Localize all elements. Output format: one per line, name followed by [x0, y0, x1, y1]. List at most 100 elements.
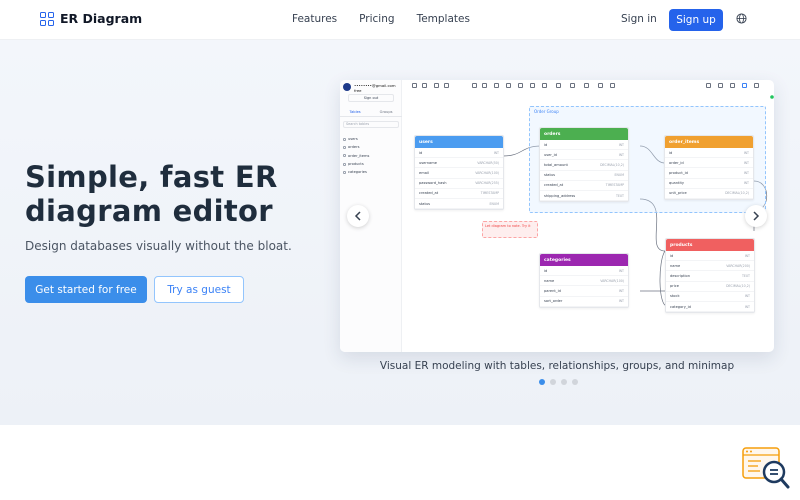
table-row: shipping_address TEXT	[540, 191, 628, 202]
hero-headline: Simple, fast ER diagram editor	[25, 160, 278, 228]
table-icon	[343, 170, 346, 174]
tool-icon[interactable]	[742, 83, 747, 88]
table-header: orders	[540, 128, 628, 140]
logo-icon	[40, 11, 54, 26]
table-row: status ENUM	[540, 171, 628, 181]
table-header: order_items	[665, 136, 753, 148]
table-row: id INT	[666, 251, 754, 262]
chevron-left-icon	[354, 211, 361, 221]
signin-link[interactable]: Sign in	[621, 13, 657, 25]
table-row: id INT	[415, 148, 503, 159]
preview-user: ••••••••@gmail.com free	[343, 83, 396, 93]
globe-icon[interactable]	[736, 13, 747, 24]
diagram-canvas[interactable]: Order Group users id INT username VARCHAR(…	[403, 91, 774, 352]
preview-search-input[interactable]: Search tables	[343, 121, 399, 128]
tool-icon[interactable]	[530, 83, 535, 88]
tool-icon[interactable]	[518, 83, 523, 88]
nav-link-features[interactable]: Features	[292, 13, 337, 25]
tab-tables[interactable]: Tables	[350, 110, 361, 114]
app-preview: ••••••••@gmail.com free Sign out Tables …	[340, 80, 774, 352]
tool-icon[interactable]	[610, 83, 615, 88]
table-row: product_id INT	[665, 168, 753, 179]
preview-plan: free	[354, 88, 362, 93]
carousel-dot[interactable]	[550, 379, 556, 385]
sidebar-item-products[interactable]: products	[343, 160, 399, 168]
hero-subline: Design databases visually without the bl…	[25, 239, 292, 253]
table-row: stock INT	[666, 292, 754, 302]
undo-icon[interactable]	[434, 83, 439, 88]
sidebar-item-order-items[interactable]: order_items	[343, 152, 399, 160]
tool-icon[interactable]	[482, 83, 487, 88]
preview-caption: Visual ER modeling with tables, relation…	[379, 360, 735, 372]
table-categories[interactable]: categories id INT name VARCHAR(100) parent…	[539, 253, 629, 308]
table-row: id INT	[540, 266, 628, 277]
settings-icon[interactable]	[754, 83, 759, 88]
signup-button[interactable]: Sign up	[669, 9, 723, 31]
table-row: name VARCHAR(200)	[666, 261, 754, 272]
nav-link-templates[interactable]: Templates	[417, 13, 470, 25]
table-row: price DECIMAL(10,2)	[666, 282, 754, 292]
tool-icon[interactable]	[472, 83, 477, 88]
tool-icon[interactable]	[584, 83, 589, 88]
carousel-dot[interactable]	[561, 379, 567, 385]
tool-icon[interactable]	[730, 83, 735, 88]
tool-icon[interactable]	[570, 83, 575, 88]
table-products[interactable]: products id INT name VARCHAR(200) descript…	[665, 238, 755, 314]
carousel-dot[interactable]	[572, 379, 578, 385]
sticky-note[interactable]: Let diagram to note. Try it	[482, 221, 538, 238]
tool-icon[interactable]	[598, 83, 603, 88]
table-icon	[343, 137, 346, 141]
table-row: id INT	[540, 140, 628, 151]
table-icon	[343, 145, 346, 149]
table-row: status ENUM	[415, 199, 503, 210]
table-header: users	[415, 136, 503, 148]
tool-icon[interactable]	[718, 83, 723, 88]
sidebar-item-orders[interactable]: orders	[343, 143, 399, 151]
table-icon	[343, 154, 346, 158]
preview-signout-button[interactable]: Sign out	[348, 94, 394, 102]
brand-name: ER Diagram	[60, 11, 143, 26]
table-row: created_at TIMESTAMP	[415, 189, 503, 199]
table-row: unit_price DECIMAL(10,2)	[665, 189, 753, 199]
avatar	[343, 83, 351, 91]
table-row: total_amount DECIMAL(10,2)	[540, 160, 628, 171]
share-icon[interactable]	[706, 83, 711, 88]
table-row: name VARCHAR(100)	[540, 276, 628, 287]
table-row: id INT	[665, 148, 753, 159]
brand[interactable]: ER Diagram	[40, 11, 142, 26]
carousel-next-button[interactable]	[745, 205, 767, 227]
group-label: Order Group	[534, 109, 559, 114]
sidebar-item-users[interactable]: users	[343, 135, 399, 143]
table-row: password_hash VARCHAR(255)	[415, 179, 503, 189]
table-order-items[interactable]: order_items id INT order_id INT product_id…	[664, 135, 754, 200]
table-row: email VARCHAR(100)	[415, 168, 503, 179]
nav-link-pricing[interactable]: Pricing	[359, 13, 394, 25]
table-users[interactable]: users id INT username VARCHAR(50) email VAR…	[414, 135, 504, 211]
carousel-dots	[539, 379, 578, 385]
carousel-prev-button[interactable]	[347, 205, 369, 227]
top-nav: ER Diagram Features Pricing Templates Si…	[0, 0, 800, 40]
tool-icon[interactable]	[506, 83, 511, 88]
nav-links: Features Pricing Templates	[292, 13, 470, 25]
try-guest-button[interactable]: Try as guest	[154, 276, 244, 303]
tab-groups[interactable]: Groups	[380, 110, 393, 114]
sidebar-item-categories[interactable]: categories	[343, 168, 399, 176]
tool-icon[interactable]	[542, 83, 547, 88]
search-database-icon[interactable]	[741, 446, 791, 490]
get-started-button[interactable]: Get started for free	[25, 276, 147, 303]
preview-toolbar	[410, 82, 770, 90]
table-row: username VARCHAR(50)	[415, 158, 503, 169]
redo-icon[interactable]	[444, 83, 449, 88]
table-row: parent_id INT	[540, 286, 628, 297]
table-orders[interactable]: orders id INT user_id INT total_amount DECI…	[539, 127, 629, 203]
tool-icon[interactable]	[494, 83, 499, 88]
table-header: products	[666, 239, 754, 251]
tool-icon[interactable]	[556, 83, 561, 88]
tool-icon[interactable]	[422, 83, 427, 88]
table-row: description TEXT	[666, 271, 754, 282]
table-row: quantity INT	[665, 179, 753, 189]
table-row: user_id INT	[540, 150, 628, 161]
carousel-dot[interactable]	[539, 379, 545, 385]
preview-table-list: users orders order_items products catego…	[343, 135, 399, 176]
tool-icon[interactable]	[412, 83, 417, 88]
